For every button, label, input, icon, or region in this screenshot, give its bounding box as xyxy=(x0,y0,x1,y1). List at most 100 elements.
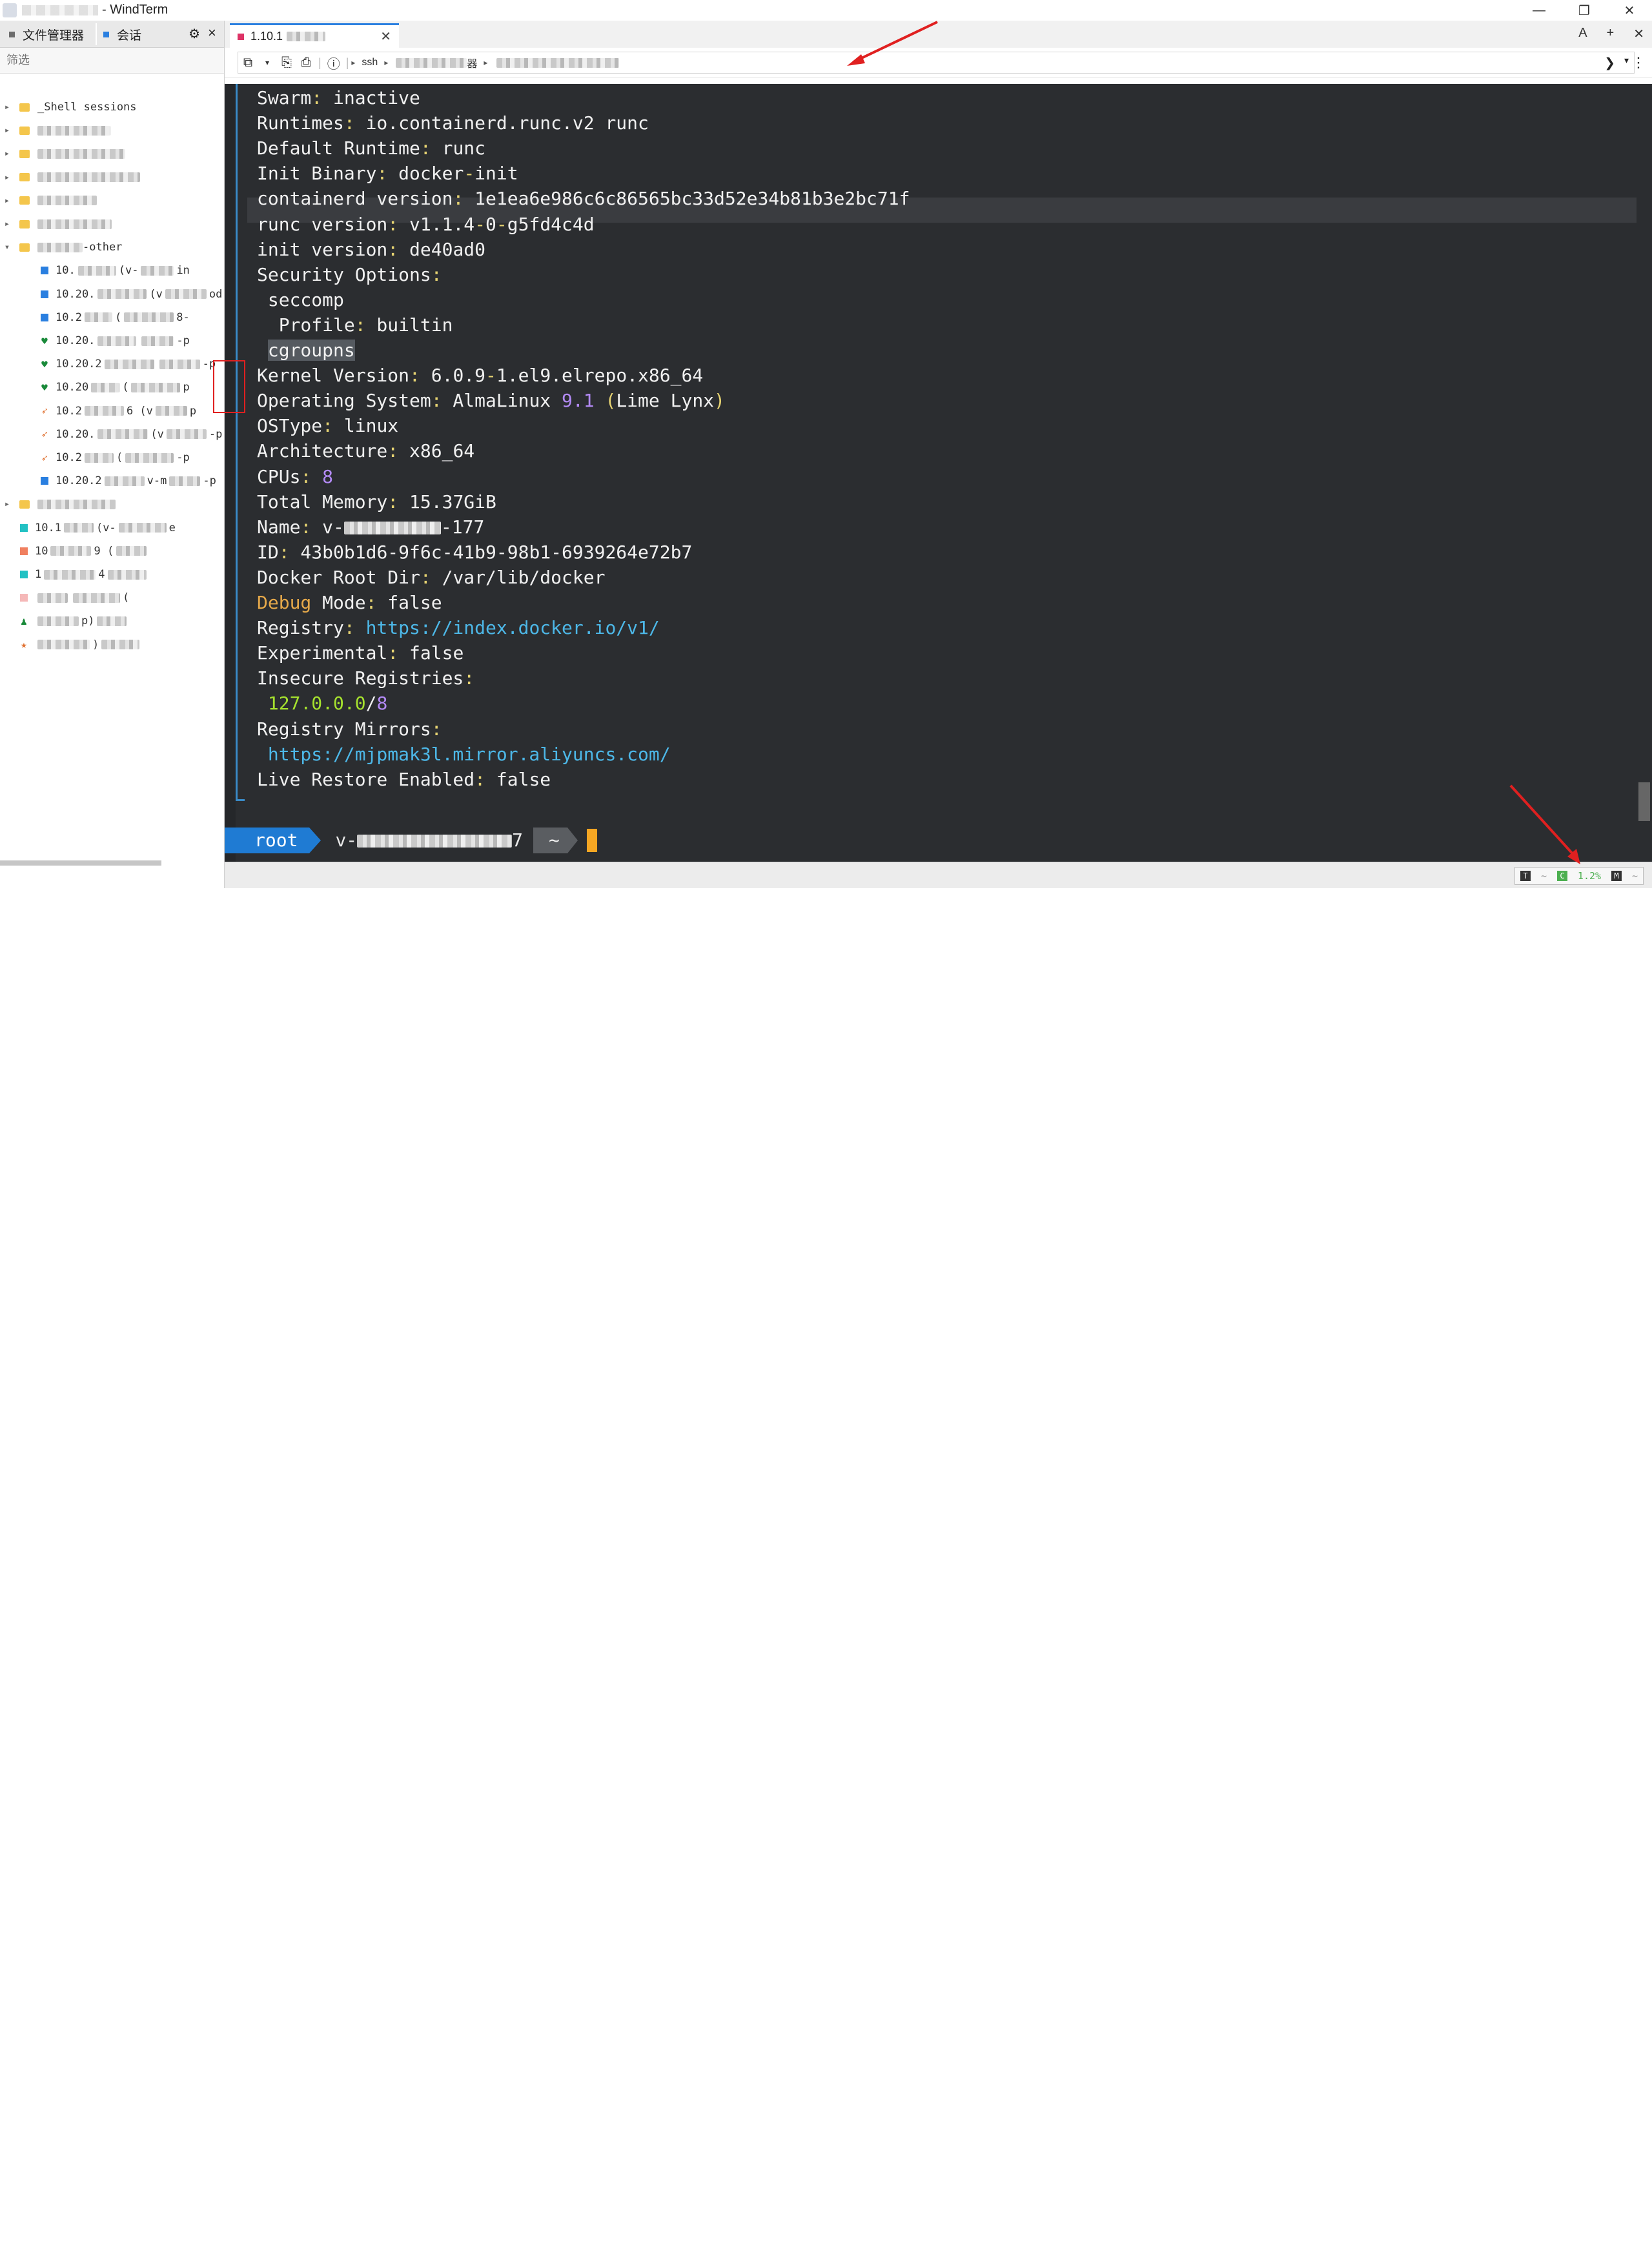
folder-icon xyxy=(19,196,30,205)
tree-folder[interactable]: ▸ xyxy=(0,493,225,516)
cpu-usage: 1.2% xyxy=(1577,870,1602,882)
session-host: 10.20. xyxy=(56,334,96,347)
chevron-right-icon[interactable]: ▸ xyxy=(0,219,14,229)
new-tab-icon[interactable]: + xyxy=(1607,26,1615,42)
tab-file-manager[interactable]: 文件管理器 xyxy=(9,21,84,48)
chevron-right-icon[interactable]: ▸ xyxy=(0,499,14,509)
terminal-text: 1e1ea6e986c6c86565bc33d52e34b81b3e2bc71f xyxy=(464,188,910,210)
tree-folder[interactable]: ▸ xyxy=(0,212,225,236)
prompt-host-prefix: v- xyxy=(335,829,358,851)
session-host: 10. xyxy=(56,264,76,278)
session-tail: -p xyxy=(176,451,190,464)
tree-session[interactable]: ➶ 10.20. (v -p xyxy=(0,423,225,446)
terminal-line: Default Runtime: runc xyxy=(257,136,485,161)
new-session-icon[interactable]: ⧉ xyxy=(238,56,258,70)
tree-session[interactable]: 10.1 (v-e xyxy=(0,516,225,540)
breadcrumb-ssh[interactable]: ssh xyxy=(362,57,378,68)
tab-session[interactable]: 1.10.1 ✕ xyxy=(230,23,399,48)
terminal-text: Architecture xyxy=(257,440,388,462)
tree-session[interactable]: ★) xyxy=(0,633,225,656)
tree-session[interactable]: 10.20.2 v-m -p xyxy=(0,469,225,493)
folder-label: -other xyxy=(83,241,123,254)
terminal-scrollbar[interactable] xyxy=(1637,84,1652,862)
tab-sessions[interactable]: 会话 xyxy=(103,21,141,48)
terminal-text: : xyxy=(343,617,355,639)
terminal-text: Total Memory xyxy=(257,491,388,513)
restore-button[interactable]: ❐ xyxy=(1562,0,1607,21)
chevron-right-icon[interactable]: ▸ xyxy=(0,148,14,159)
tree-session[interactable]: 14 xyxy=(0,563,225,586)
gear-icon[interactable]: ⚙ xyxy=(189,26,200,42)
obscured-text xyxy=(125,452,174,463)
chevron-right-icon[interactable]: ▸ xyxy=(0,196,14,206)
obscured-text xyxy=(155,406,187,416)
session-tail: -p xyxy=(209,427,223,441)
terminal-line: containerd version: 1e1ea6e986c6c86565bc… xyxy=(257,186,910,211)
tree-folder[interactable]: ▸ _Shell sessions xyxy=(0,96,225,119)
terminal-text: - xyxy=(485,365,496,387)
tree-session[interactable]: ♟ p) xyxy=(0,609,225,633)
obscured-text xyxy=(107,569,147,580)
t-sep: ~ xyxy=(1540,870,1547,882)
tree-session[interactable]: ➶ 10.2 (-p xyxy=(0,446,225,469)
terminal-scroll-thumb[interactable] xyxy=(1638,782,1650,821)
copy-icon[interactable]: ⎙ xyxy=(296,56,316,70)
session-name: ) xyxy=(92,638,99,651)
tree-session[interactable]: 10.2 (8- xyxy=(0,306,225,329)
filter-bar xyxy=(0,48,225,74)
tree-session[interactable]: ♥ 10.20. -p xyxy=(0,329,225,352)
square-icon xyxy=(40,290,49,299)
go-icon[interactable]: ❯ xyxy=(1604,55,1615,71)
left-panel-tabs: 文件管理器 会话 ⚙ × xyxy=(0,21,225,48)
chevron-down-icon[interactable]: ▾ xyxy=(0,242,14,252)
terminal-line: Insecure Registries: xyxy=(257,665,474,691)
tree-session[interactable]: ♥ 10.20.2 -p xyxy=(0,352,225,376)
session-panel: 文件管理器 会话 ⚙ × ▸ _Shell sessions ▸ ▸ ▸ ▸ ▸ ▾ -othe… xyxy=(0,21,225,888)
font-icon[interactable]: A xyxy=(1578,26,1587,42)
terminal-text: Insecure Registries xyxy=(257,667,464,689)
obscured-text xyxy=(101,640,140,650)
close-icon[interactable]: × xyxy=(208,25,216,41)
terminal-output[interactable]: Swarm: inactive Runtimes: io.containerd.r… xyxy=(225,84,1637,862)
left-scrollbar[interactable] xyxy=(0,860,161,866)
tree-session[interactable]: 10 9 ( xyxy=(0,540,225,563)
session-name: (v- xyxy=(118,264,139,278)
tree-session[interactable]: 10. (v-in xyxy=(0,259,225,282)
info-icon[interactable]: ⓘ xyxy=(324,54,343,72)
terminal-line: Operating System: AlmaLinux 9.1 (Lime Ly… xyxy=(257,388,725,413)
more-icon[interactable]: ⋮ xyxy=(1631,54,1646,71)
tree-session[interactable]: ( xyxy=(0,586,225,609)
session-name: v-m xyxy=(147,474,167,488)
tree-folder[interactable]: ▸ xyxy=(0,189,225,212)
obscured-text xyxy=(91,382,120,392)
tree-session[interactable]: ♥ 10.20 (p xyxy=(0,376,225,399)
output-fold-marker[interactable] xyxy=(236,84,238,800)
duplicate-icon[interactable]: ⎘ xyxy=(277,56,296,70)
tree-folder[interactable]: ▾ -other xyxy=(0,236,225,259)
close-window-button[interactable]: ✕ xyxy=(1607,0,1652,21)
breadcrumb-group[interactable]: 器 xyxy=(467,55,477,70)
chevron-right-icon[interactable]: ▸ xyxy=(0,125,14,136)
toolbar-divider: | xyxy=(318,56,321,69)
close-pane-icon[interactable]: ✕ xyxy=(1633,26,1644,42)
tree-folder[interactable]: ▸ xyxy=(0,142,225,165)
chevron-down-icon[interactable]: ▾ xyxy=(1624,55,1629,71)
tree-folder[interactable]: ▸ xyxy=(0,119,225,142)
tree-session[interactable]: ➶ 10.2 6 (v p xyxy=(0,400,225,423)
chevron-down-icon[interactable]: ▾ xyxy=(258,58,277,67)
terminal-text: io.containerd.runc.v2 runc xyxy=(354,112,649,134)
tree-folder[interactable]: ▸ xyxy=(0,166,225,189)
terminal-text: : xyxy=(387,491,399,513)
resource-monitor[interactable]: T ~ C 1.2% M ~ xyxy=(1514,867,1644,885)
obscured-text xyxy=(97,429,148,440)
minimize-button[interactable]: — xyxy=(1516,0,1562,21)
terminal-text: false xyxy=(398,642,464,664)
tree-session[interactable]: 10.20. (v od xyxy=(0,283,225,306)
filter-input[interactable] xyxy=(0,48,225,73)
m-indicator: M xyxy=(1611,871,1622,881)
tab-bar-actions: A + ✕ xyxy=(1578,26,1644,42)
chevron-right-icon[interactable]: ▸ xyxy=(0,102,14,112)
chevron-right-icon[interactable]: ▸ xyxy=(0,172,14,183)
close-tab-icon[interactable]: ✕ xyxy=(380,28,391,45)
